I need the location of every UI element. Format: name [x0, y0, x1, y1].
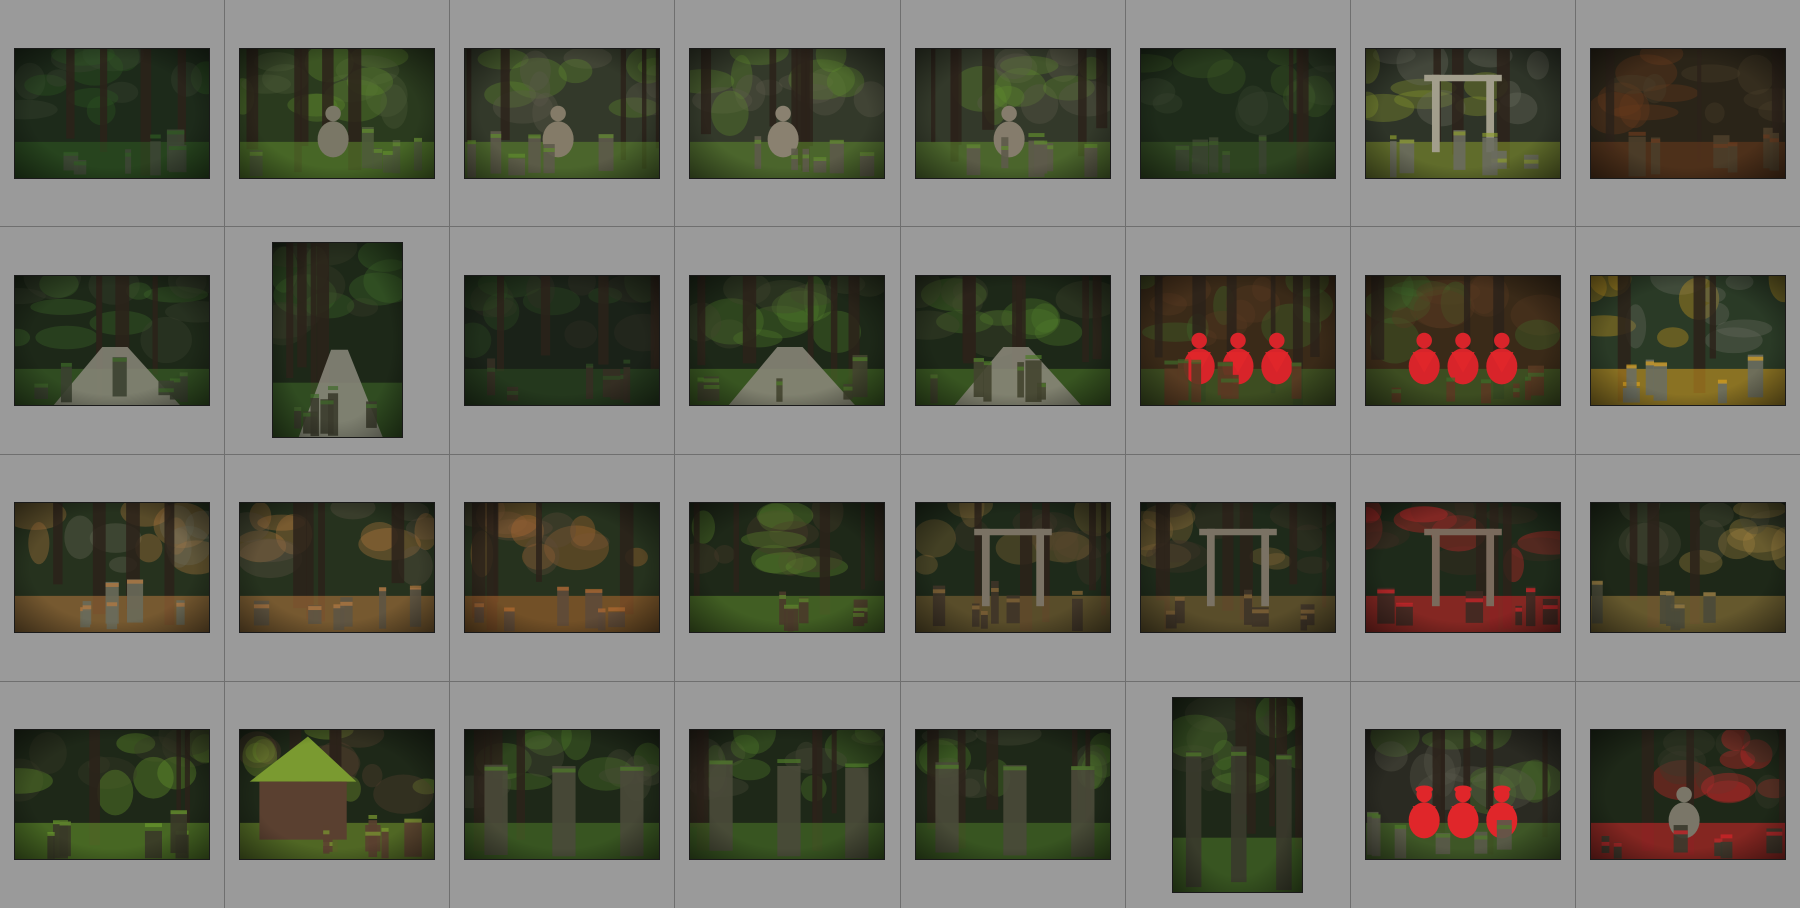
photo-thumbnail-image [690, 275, 885, 405]
photo-thumbnail-image [1365, 730, 1560, 860]
grid-cell[interactable] [1125, 0, 1350, 227]
photo-thumbnail-image [690, 730, 885, 860]
grid-cell[interactable] [1350, 454, 1575, 681]
grid-cell[interactable] [1575, 454, 1800, 681]
photo-thumbnail[interactable] [239, 502, 436, 634]
photo-thumbnail-image [1590, 275, 1785, 405]
grid-cell[interactable] [1575, 227, 1800, 454]
grid-cell[interactable] [1125, 681, 1350, 908]
photo-thumbnail[interactable] [14, 729, 211, 861]
photo-thumbnail-image [1173, 697, 1303, 892]
photo-thumbnail-image [1140, 275, 1335, 405]
photo-thumbnail-image [1140, 503, 1335, 633]
photo-thumbnail-image [240, 503, 435, 633]
grid-cell[interactable] [900, 454, 1125, 681]
photo-thumbnail[interactable] [1589, 274, 1786, 406]
photo-thumbnail[interactable] [1139, 502, 1336, 634]
photo-thumbnail-grid [0, 0, 1800, 908]
photo-thumbnail[interactable] [689, 729, 886, 861]
photo-thumbnail-image [1365, 48, 1560, 178]
photo-thumbnail-image [1590, 730, 1785, 860]
grid-cell[interactable] [900, 227, 1125, 454]
grid-cell[interactable] [675, 227, 900, 454]
photo-thumbnail[interactable] [1589, 502, 1786, 634]
photo-thumbnail[interactable] [1139, 274, 1336, 406]
photo-thumbnail[interactable] [914, 502, 1111, 634]
grid-cell[interactable] [225, 227, 450, 454]
photo-thumbnail[interactable] [464, 729, 661, 861]
photo-thumbnail[interactable] [1364, 729, 1561, 861]
grid-cell[interactable] [450, 227, 675, 454]
photo-thumbnail[interactable] [239, 729, 436, 861]
grid-cell[interactable] [225, 454, 450, 681]
photo-thumbnail[interactable] [14, 47, 211, 179]
photo-thumbnail-image [465, 730, 660, 860]
grid-cell[interactable] [1125, 227, 1350, 454]
photo-thumbnail[interactable] [271, 242, 403, 439]
grid-cell[interactable] [1350, 681, 1575, 908]
photo-thumbnail-image [1590, 503, 1785, 633]
photo-thumbnail[interactable] [464, 47, 661, 179]
photo-thumbnail-image [15, 48, 210, 178]
photo-thumbnail[interactable] [689, 274, 886, 406]
grid-cell[interactable] [225, 681, 450, 908]
photo-thumbnail-image [15, 730, 210, 860]
photo-thumbnail-image [1140, 48, 1335, 178]
grid-cell[interactable] [1575, 681, 1800, 908]
grid-cell[interactable] [1350, 0, 1575, 227]
grid-cell[interactable] [0, 0, 225, 227]
photo-thumbnail-image [690, 48, 885, 178]
photo-thumbnail-image [915, 48, 1110, 178]
photo-thumbnail[interactable] [914, 729, 1111, 861]
photo-thumbnail-image [240, 730, 435, 860]
photo-thumbnail[interactable] [239, 47, 436, 179]
grid-cell[interactable] [450, 0, 675, 227]
grid-cell[interactable] [1350, 227, 1575, 454]
grid-cell[interactable] [225, 0, 450, 227]
grid-cell[interactable] [1575, 0, 1800, 227]
grid-cell[interactable] [675, 681, 900, 908]
grid-cell[interactable] [1125, 454, 1350, 681]
photo-thumbnail[interactable] [1364, 274, 1561, 406]
photo-thumbnail[interactable] [1364, 502, 1561, 634]
photo-thumbnail-image [272, 243, 402, 438]
grid-cell[interactable] [450, 681, 675, 908]
grid-cell[interactable] [675, 454, 900, 681]
photo-thumbnail-image [240, 48, 435, 178]
photo-thumbnail-image [690, 503, 885, 633]
photo-thumbnail[interactable] [689, 502, 886, 634]
photo-thumbnail[interactable] [464, 274, 661, 406]
photo-thumbnail-image [1365, 275, 1560, 405]
grid-cell[interactable] [0, 227, 225, 454]
photo-thumbnail-image [465, 48, 660, 178]
photo-thumbnail[interactable] [914, 47, 1111, 179]
photo-thumbnail[interactable] [689, 47, 886, 179]
photo-thumbnail[interactable] [1589, 47, 1786, 179]
grid-cell[interactable] [900, 0, 1125, 227]
grid-cell[interactable] [450, 454, 675, 681]
photo-thumbnail-image [915, 275, 1110, 405]
photo-thumbnail-image [465, 275, 660, 405]
photo-thumbnail[interactable] [914, 274, 1111, 406]
grid-cell[interactable] [0, 454, 225, 681]
photo-thumbnail-image [915, 503, 1110, 633]
grid-cell[interactable] [0, 681, 225, 908]
photo-thumbnail[interactable] [1589, 729, 1786, 861]
photo-thumbnail[interactable] [14, 502, 211, 634]
photo-thumbnail-image [915, 730, 1110, 860]
photo-thumbnail-image [465, 503, 660, 633]
photo-thumbnail-image [1590, 48, 1785, 178]
photo-thumbnail-image [15, 503, 210, 633]
photo-thumbnail[interactable] [14, 274, 211, 406]
grid-cell[interactable] [900, 681, 1125, 908]
photo-thumbnail[interactable] [1172, 696, 1304, 893]
grid-cell[interactable] [675, 0, 900, 227]
photo-thumbnail[interactable] [1364, 47, 1561, 179]
photo-thumbnail-image [15, 275, 210, 405]
photo-thumbnail-image [1365, 503, 1560, 633]
photo-thumbnail[interactable] [1139, 47, 1336, 179]
photo-thumbnail[interactable] [464, 502, 661, 634]
